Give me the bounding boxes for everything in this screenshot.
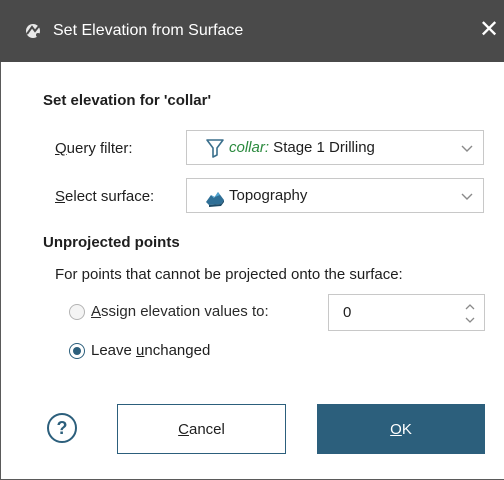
unprojected-description: For points that cannot be projected onto…	[55, 266, 403, 283]
help-icon[interactable]: ?	[47, 413, 77, 443]
dialog-body: Set elevation for 'collar' Query filter:…	[0, 62, 504, 480]
elevation-value-spinbox[interactable]: 0	[328, 294, 485, 331]
select-surface-value: Topography	[229, 187, 308, 204]
chevron-down-icon	[461, 193, 473, 200]
window-title: Set Elevation from Surface	[53, 22, 244, 39]
query-filter-value: collar: Stage 1 Drilling	[229, 139, 375, 156]
funnel-icon	[206, 139, 224, 158]
ok-button[interactable]: OK	[317, 404, 485, 454]
select-surface-label: Select surface:	[55, 188, 155, 205]
unprojected-points-heading: Unprojected points	[43, 234, 180, 251]
close-icon[interactable]: ✕	[474, 14, 504, 48]
select-surface-dropdown[interactable]: Topography	[186, 178, 484, 213]
spin-down-icon[interactable]	[464, 315, 476, 325]
spin-up-icon[interactable]	[464, 302, 476, 312]
app-logo-icon	[26, 24, 40, 38]
assign-elevation-label[interactable]: Assign elevation values to:	[91, 303, 269, 321]
cancel-button[interactable]: Cancel	[117, 404, 286, 454]
set-elevation-heading: Set elevation for 'collar'	[43, 92, 212, 109]
title-bar: Set Elevation from Surface ✕	[0, 0, 504, 62]
chevron-down-icon	[461, 145, 473, 152]
elevation-value-input[interactable]: 0	[343, 295, 351, 330]
query-filter-label: Query filter:	[55, 140, 133, 157]
surface-icon	[206, 192, 224, 207]
assign-elevation-radio[interactable]	[69, 304, 85, 320]
leave-unchanged-radio[interactable]	[69, 343, 85, 359]
query-filter-dropdown[interactable]: collar: Stage 1 Drilling	[186, 130, 484, 165]
leave-unchanged-label[interactable]: Leave unchanged	[91, 342, 210, 360]
